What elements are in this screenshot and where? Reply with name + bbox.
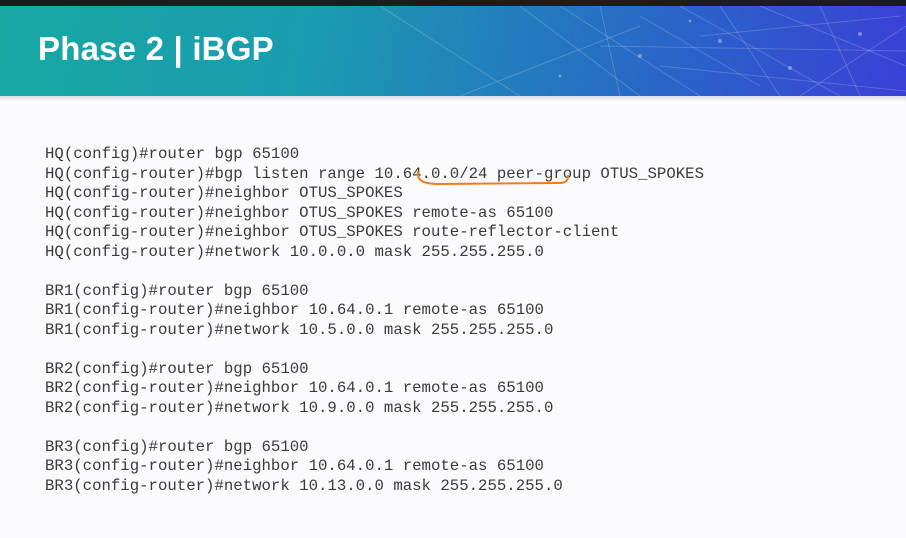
config-block-br2: BR2(config)#router bgp 65100 BR2(config-…: [45, 360, 885, 419]
slide-header: Phase 2 | iBGP: [0, 6, 906, 96]
config-block-br3: BR3(config)#router bgp 65100 BR3(config-…: [45, 438, 885, 497]
config-line: BR3(config)#router bgp 65100: [45, 437, 309, 456]
config-line: BR3(config-router)#network 10.13.0.0 mas…: [45, 476, 563, 495]
config-line: BR1(config)#router bgp 65100: [45, 281, 309, 300]
config-line: BR1(config-router)#neighbor 10.64.0.1 re…: [45, 301, 544, 319]
config-line: HQ(config-router)#network 10.0.0.0 mask …: [45, 242, 544, 261]
config-block-hq: HQ(config)#router bgp 65100 HQ(config-ro…: [45, 145, 885, 262]
config-line: BR1(config-router)#network 10.5.0.0 mask…: [45, 320, 554, 339]
config-line: HQ(config)#router bgp 65100: [45, 145, 300, 163]
slide-title: Phase 2 | iBGP: [38, 30, 274, 67]
config-listing: HQ(config)#router bgp 65100 HQ(config-ro…: [45, 145, 885, 496]
config-line: BR3(config-router)#neighbor 10.64.0.1 re…: [45, 457, 544, 475]
config-line: BR2(config-router)#network 10.9.0.0 mask…: [45, 398, 554, 417]
config-line: HQ(config-router)#neighbor OTUS_SPOKES r…: [45, 223, 620, 241]
config-line: BR2(config)#router bgp 65100: [45, 359, 309, 378]
config-line: BR2(config-router)#neighbor 10.64.0.1 re…: [45, 379, 544, 397]
config-line: HQ(config-router)#neighbor OTUS_SPOKES r…: [45, 203, 554, 222]
handwritten-underline-annotation: [416, 171, 569, 186]
header-shadow: [0, 96, 906, 102]
config-block-br1: BR1(config)#router bgp 65100 BR1(config-…: [45, 282, 885, 341]
